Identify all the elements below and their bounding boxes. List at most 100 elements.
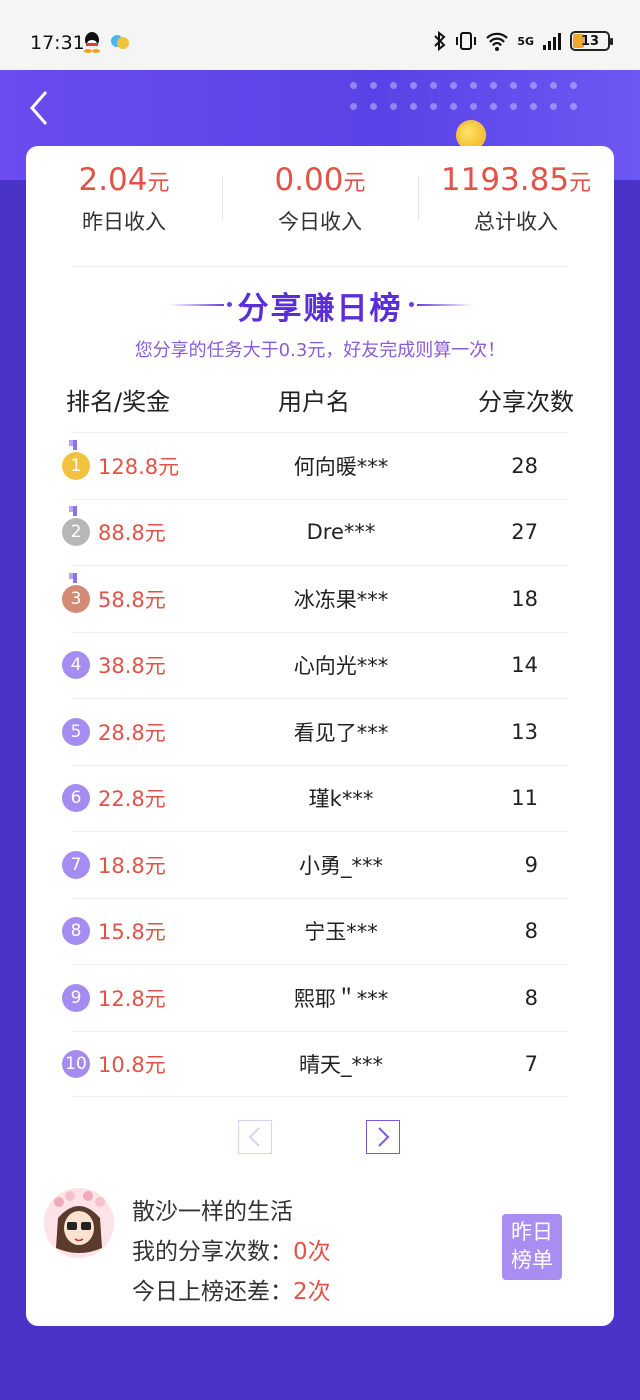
prize-amount: 128.8元 — [98, 454, 180, 479]
chevron-right-icon — [378, 1127, 390, 1147]
table-row: 4 38.8元 心向光*** 14 — [62, 631, 568, 699]
share-count: 8 — [524, 985, 538, 1010]
stat-label: 今日收入 — [278, 210, 362, 234]
title-decoration-left — [167, 302, 232, 307]
table-row: 8 15.8元 宁玉*** 8 — [62, 897, 568, 965]
app-notification-icon — [111, 35, 129, 49]
rank-cell: 6 22.8元 — [62, 783, 222, 813]
coin-icon — [458, 122, 484, 148]
stat-value: 2.04 — [78, 162, 148, 198]
table-header: 排名/奖金 用户名 分享次数 — [66, 382, 574, 422]
table-row: 10 10.8元 晴天_*** 7 — [62, 1030, 568, 1097]
bluetooth-icon — [434, 30, 446, 52]
username: 熙耶＂*** — [293, 986, 389, 1011]
share-count: 18 — [511, 586, 538, 611]
rank-badge: 7 — [62, 850, 90, 879]
rank-cell: 9 12.8元 — [62, 983, 222, 1013]
income-stats: 2.04元 昨日收入 0.00元 今日收入 1193.85元 总计收入 — [26, 160, 614, 240]
yesterday-leaderboard-button[interactable]: 昨日榜单 — [502, 1214, 562, 1280]
username: 宁玉*** — [304, 920, 378, 945]
avatar-image — [44, 1188, 114, 1258]
rank-badge: 3 — [62, 572, 90, 613]
stat-value: 0.00 — [274, 162, 344, 198]
decorative-dots — [350, 82, 590, 110]
share-count: 14 — [511, 653, 538, 678]
my-ranking: 散沙一样的生活 我的分享次数：0次 今日上榜还差：2次 昨日榜单 — [42, 1184, 602, 1308]
table-row: 3 58.8元 冰冻果*** 18 — [62, 565, 568, 632]
prev-page-button[interactable] — [238, 1120, 272, 1154]
prize-amount: 28.8元 — [98, 720, 166, 745]
chevron-left-icon[interactable] — [26, 88, 56, 128]
rank-cell: 2 88.8元 — [62, 506, 222, 547]
rank-cell: 7 18.8元 — [62, 850, 222, 880]
status-bar: 17:31 5G 13 — [0, 0, 640, 70]
username: 冰冻果*** — [293, 587, 389, 612]
my-username: 散沙一样的生活 — [132, 1199, 293, 1225]
stat-value: 1193.85 — [440, 162, 570, 198]
username: 小勇_*** — [299, 853, 383, 878]
stat-today: 0.00元 今日收入 — [222, 160, 418, 240]
column-count: 分享次数 — [478, 388, 574, 416]
table-row: 6 22.8元 瑾k*** 11 — [62, 764, 568, 832]
rank-cell: 1 128.8元 — [62, 439, 222, 481]
share-count: 28 — [511, 453, 538, 478]
pagination — [238, 1120, 400, 1154]
stat-label: 总计收入 — [474, 210, 558, 234]
share-count: 11 — [511, 786, 538, 811]
prize-amount: 38.8元 — [98, 654, 166, 679]
leaderboard-title-row: 分享赚日榜 — [26, 282, 614, 328]
notification-icons — [82, 31, 130, 53]
rank-gap-label: 今日上榜还差： — [132, 1279, 293, 1305]
my-share-count: 我的分享次数：0次 — [132, 1232, 331, 1266]
column-rank: 排名/奖金 — [66, 388, 171, 416]
rank-cell: 5 28.8元 — [62, 717, 222, 747]
avatar[interactable] — [44, 1188, 114, 1258]
title-decoration-right — [408, 302, 473, 307]
rank-badge: 5 — [62, 717, 90, 746]
system-icons: 5G 13 — [433, 30, 613, 52]
share-count: 13 — [511, 719, 538, 744]
rank-badge: 6 — [62, 784, 90, 813]
rank-cell: 10 10.8元 — [62, 1049, 222, 1079]
battery-icon: 13 — [570, 31, 613, 51]
username: 何向暖*** — [293, 454, 389, 479]
leaderboard-card: 2.04元 昨日收入 0.00元 今日收入 1193.85元 总计收入 分享赚日… — [26, 146, 614, 1326]
rank-badge: 9 — [62, 983, 90, 1012]
share-count: 8 — [524, 919, 538, 944]
chevron-left-icon — [248, 1127, 260, 1147]
rank-cell: 8 15.8元 — [62, 916, 222, 946]
username: 心向光*** — [293, 654, 389, 679]
prize-amount: 18.8元 — [98, 853, 166, 878]
qq-icon — [84, 32, 100, 53]
battery-level: 13 — [580, 33, 600, 49]
status-time: 17:31 — [30, 32, 85, 54]
network-type: 5G — [517, 34, 534, 48]
column-user: 用户名 — [278, 388, 350, 416]
rank-gap-value: 2次 — [293, 1279, 331, 1305]
stat-unit: 元 — [343, 171, 366, 196]
table-row: 1 128.8元 何向暖*** 28 — [62, 432, 568, 499]
rank-badge: 10 — [62, 1049, 90, 1078]
share-count-label: 我的分享次数： — [132, 1239, 293, 1265]
username: 看见了*** — [293, 720, 389, 745]
rank-badge: 2 — [62, 506, 90, 547]
leaderboard-subtitle: 您分享的任务大于0.3元，好友完成则算一次！ — [134, 340, 506, 361]
stat-yesterday: 2.04元 昨日收入 — [26, 160, 222, 240]
prize-amount: 88.8元 — [98, 521, 166, 546]
prize-amount: 12.8元 — [98, 986, 166, 1011]
table-row: 2 88.8元 Dre*** 27 — [62, 498, 568, 566]
share-count-value: 0次 — [293, 1239, 331, 1265]
prize-amount: 58.8元 — [98, 587, 166, 612]
stat-unit: 元 — [569, 171, 592, 196]
leaderboard-rows: 1 128.8元 何向暖*** 28 2 88.8元 Dre*** 27 3 58.8元 冰冻果**… — [62, 432, 568, 1097]
stat-total: 1193.85元 总计收入 — [418, 160, 614, 240]
username: 瑾k*** — [308, 787, 374, 812]
next-page-button[interactable] — [366, 1120, 400, 1154]
leaderboard-title: 分享赚日榜 — [237, 290, 403, 327]
username: Dre*** — [306, 520, 376, 545]
wifi-icon — [486, 32, 509, 51]
rank-badge: 1 — [62, 439, 90, 480]
table-row: 9 12.8元 熙耶＂*** 8 — [62, 964, 568, 1031]
stat-unit: 元 — [147, 171, 170, 196]
rank-cell: 4 38.8元 — [62, 650, 222, 680]
